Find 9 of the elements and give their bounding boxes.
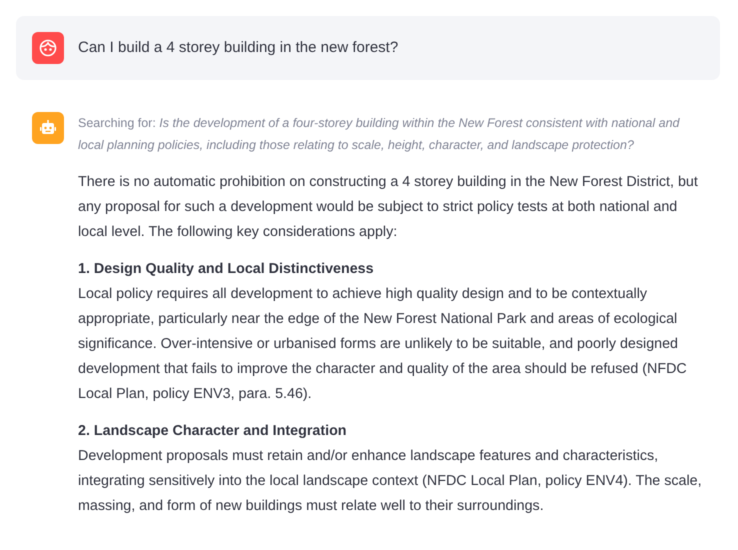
answer-paragraph: There is no automatic prohibition on constructing a 4 storey building in the New Forest District, but any proposal for such a development would be subject to strict policy tests at both national and local level. The following key considerations apply: bbox=[78, 173, 699, 242]
section-heading: 2. Landscape Character and Integration bbox=[78, 422, 348, 441]
face-icon bbox=[39, 39, 57, 57]
section-heading: 1. Design Quality and Local Distinctiveness bbox=[78, 260, 375, 279]
section-text: Development proposals must retain and/or enhance landscape features and characteristics, integrating sensitively into the local landscape context (NFDC Local Plan, policy ENV4). The scale, massing, and form of new buildings must relate well to their surroundings. bbox=[78, 447, 703, 516]
section-text: Local policy requires all development to achieve high quality design and to be contextually appropriate, particularly near the edge of the New Forest National Park and areas of ecological significance. Over-intensive or urbanised forms are unlikely to be suitable, and poorly designed development that fails to improve the character and quality of the area should be refused (NFDC Local Plan, policy ENV3, para. 5.46). bbox=[78, 285, 688, 404]
user-message-text: Can I build a 4 storey building in the new forest? bbox=[78, 38, 398, 58]
search-query: Searching for: Is the development of a four-storey building within the New Forest consistent with national and local planning policies, including those relating to scale, height, character, and landscape protection? bbox=[78, 115, 681, 154]
robot-icon bbox=[39, 119, 57, 137]
